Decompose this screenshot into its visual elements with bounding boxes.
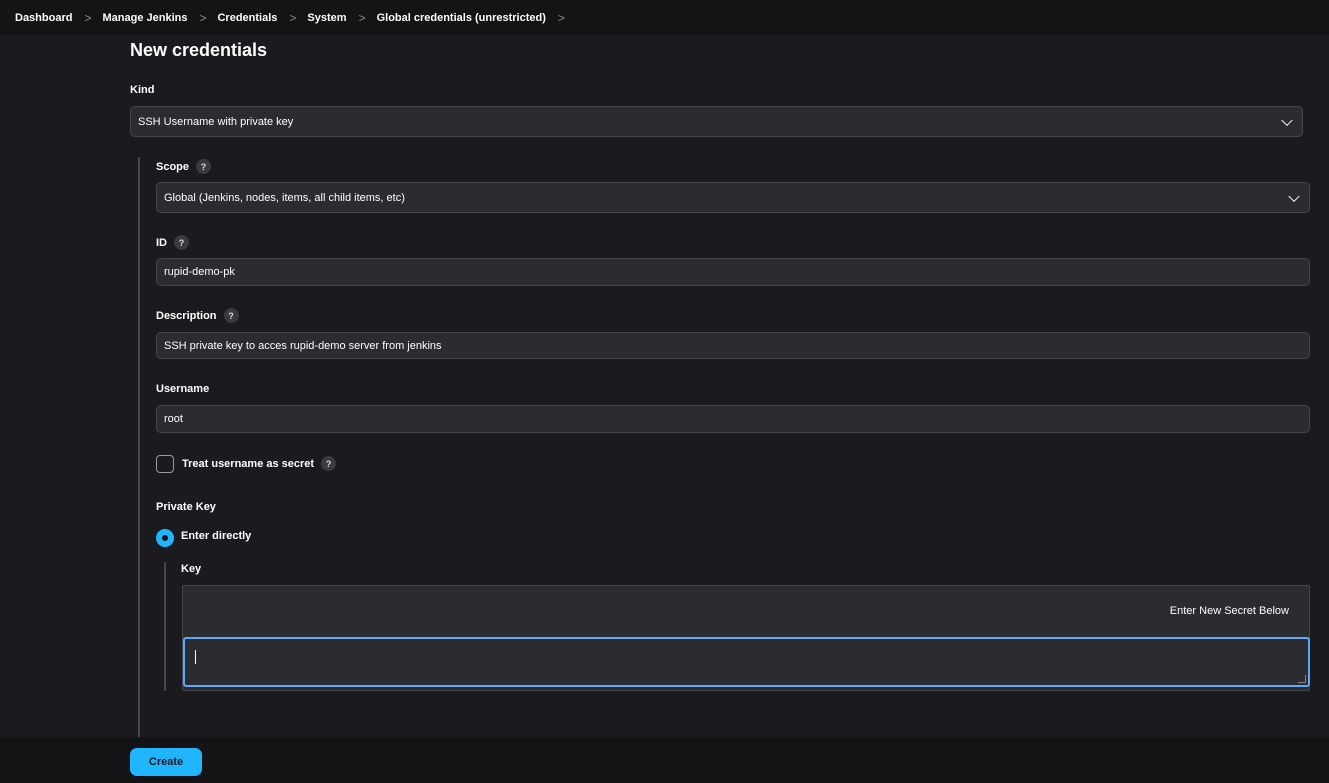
description-label-text: Description [156,309,217,322]
username-input[interactable]: root [156,405,1310,433]
breadcrumb-global-credentials[interactable]: Global credentials (unrestricted) [377,12,546,24]
create-button[interactable]: Create [130,748,202,776]
chevron-down-icon [1281,114,1293,126]
help-icon[interactable]: ? [196,159,212,174]
page-title: New credentials [130,40,268,60]
id-label: ID ? [156,235,189,250]
key-textarea[interactable] [183,637,1310,687]
scope-label-text: Scope [156,160,190,173]
chevron-right-icon: > [358,10,366,25]
breadcrumb-manage-jenkins[interactable]: Manage Jenkins [102,12,187,24]
id-input-value: rupid-demo-pk [164,266,235,278]
chevron-right-icon: > [289,10,297,25]
description-label: Description ? [156,308,239,323]
treat-secret-label: Treat username as secret ? [182,456,337,471]
treat-username-secret-checkbox[interactable] [156,455,174,473]
chevron-right-icon[interactable]: > [558,11,565,25]
chevron-right-icon: > [199,10,207,25]
username-label: Username [156,383,210,395]
kind-select[interactable]: SSH Username with private key [130,106,1303,137]
enter-directly-label[interactable]: Enter directly [181,530,251,542]
description-input[interactable]: SSH private key to acces rupid-demo serv… [156,332,1310,359]
id-input[interactable]: rupid-demo-pk [156,258,1310,286]
scope-label: Scope ? [156,159,212,174]
enter-directly-radio[interactable] [156,529,174,547]
secret-hint: Enter New Secret Below [1169,605,1289,617]
private-key-label: Private Key [156,501,216,513]
group-divider [138,157,140,737]
chevron-right-icon: > [84,10,92,25]
breadcrumb-credentials[interactable]: Credentials [217,12,277,24]
secret-panel: Enter New Secret Below [182,585,1310,691]
description-input-value: SSH private key to acces rupid-demo serv… [164,339,442,352]
username-input-value: root [164,413,183,425]
breadcrumb-system[interactable]: System [307,12,346,24]
help-icon[interactable]: ? [321,456,337,471]
breadcrumb-dashboard[interactable]: Dashboard [15,12,72,24]
key-group-divider [164,562,166,691]
key-label: Key [181,563,202,575]
text-caret [195,650,196,664]
breadcrumb: Dashboard > Manage Jenkins > Credentials… [0,0,1329,35]
chevron-down-icon [1288,190,1300,202]
id-label-text: ID [156,236,167,249]
resize-handle-icon[interactable] [1298,675,1306,683]
kind-select-value: SSH Username with private key [138,115,294,128]
treat-secret-label-text[interactable]: Treat username as secret [182,458,314,470]
scope-select[interactable]: Global (Jenkins, nodes, items, all child… [156,182,1310,213]
help-icon[interactable]: ? [223,308,239,323]
radio-selected-dot [162,535,168,541]
scope-select-value: Global (Jenkins, nodes, items, all child… [164,191,405,204]
kind-label: Kind [130,84,155,96]
help-icon[interactable]: ? [174,235,189,250]
